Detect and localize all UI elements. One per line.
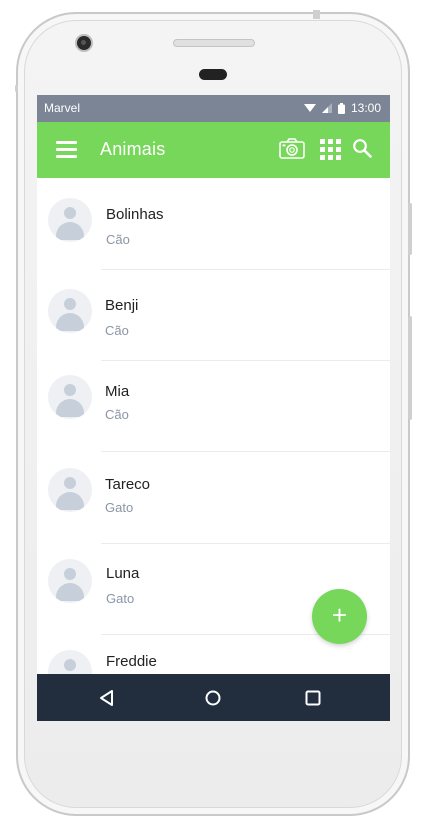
animal-name: Tareco	[105, 476, 151, 493]
front-camera	[77, 36, 91, 50]
screen: Marvel 13:00 Animais Bolinhas Cão Benji …	[37, 95, 390, 721]
phone-sensor	[199, 69, 227, 80]
animal-name: Luna	[106, 565, 140, 582]
list-item[interactable]: Benji Cão	[37, 270, 390, 362]
animal-name: Freddie	[106, 653, 157, 670]
grid-icon[interactable]	[320, 139, 341, 160]
list-item[interactable]: Mia Cão	[37, 362, 390, 454]
add-animal-button[interactable]: +	[312, 589, 367, 644]
app-bar: Animais	[37, 122, 390, 178]
avatar	[48, 468, 92, 512]
avatar	[48, 289, 92, 333]
system-nav-bar	[37, 674, 390, 721]
list-item[interactable]: Bolinhas Cão	[37, 178, 390, 270]
phone-top-button	[313, 10, 320, 19]
phone-side-button	[408, 203, 412, 255]
list-item[interactable]: Tareco Gato	[37, 452, 390, 544]
animal-name: Mia	[105, 383, 130, 400]
animal-name: Benji	[105, 297, 139, 314]
animal-type: Gato	[106, 591, 135, 606]
home-icon[interactable]	[202, 687, 224, 709]
animal-type: Cão	[105, 323, 129, 338]
page-title: Animais	[100, 139, 166, 159]
battery-icon	[337, 102, 345, 114]
animal-type: Cão	[106, 232, 130, 247]
recents-icon[interactable]	[302, 687, 324, 709]
animal-type: Cão	[105, 407, 129, 422]
status-time: 13:00	[350, 101, 381, 115]
wifi-icon	[303, 104, 316, 112]
status-icons: 13:00	[303, 101, 381, 115]
back-icon[interactable]	[96, 687, 118, 709]
search-icon[interactable]	[352, 138, 372, 158]
phone-speaker	[173, 39, 255, 47]
phone-left-nub	[15, 85, 18, 92]
status-bar: Marvel 13:00	[37, 95, 390, 122]
avatar	[48, 375, 92, 419]
status-carrier: Marvel	[44, 101, 81, 115]
animal-name: Bolinhas	[106, 206, 164, 223]
camera-icon[interactable]	[279, 138, 305, 160]
avatar	[48, 559, 92, 603]
menu-icon[interactable]	[56, 141, 77, 158]
avatar	[48, 198, 92, 242]
signal-icon	[321, 103, 332, 113]
divider	[101, 360, 390, 361]
animal-type: Gato	[105, 500, 134, 515]
phone-volume-button	[408, 316, 412, 420]
